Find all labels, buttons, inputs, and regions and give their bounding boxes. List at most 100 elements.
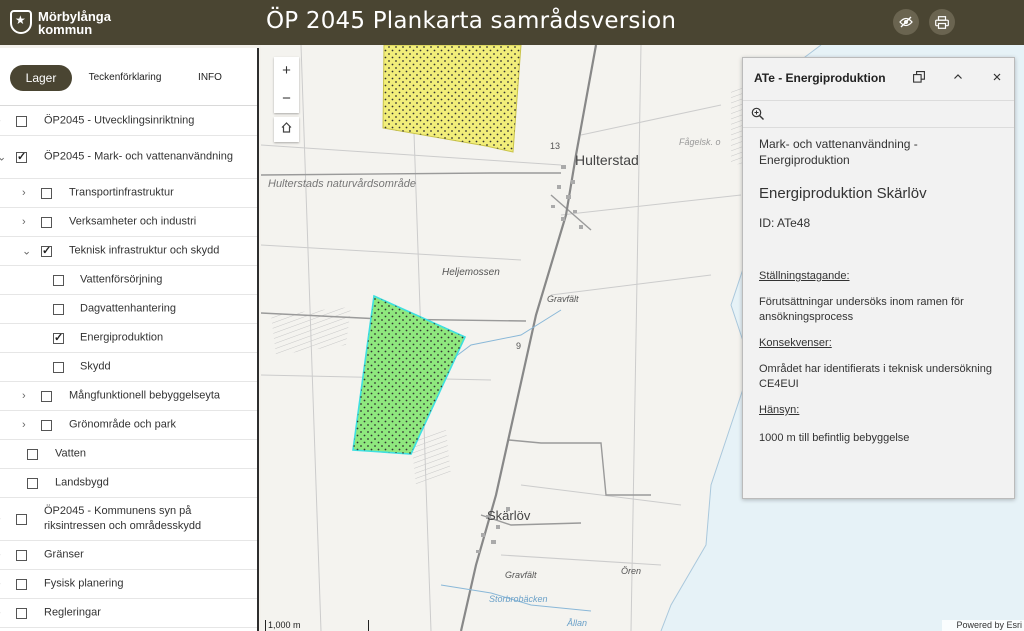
label-hulterstad: Hulterstad [575,152,639,168]
layer-label: Teknisk infrastruktur och skydd [69,244,220,257]
popup-header: ATe - Energiproduktion [743,58,1014,99]
layer-checkbox[interactable] [53,274,64,286]
scale-label: 1,000 m [268,620,301,630]
collapse-button[interactable] [953,71,963,85]
layer-row[interactable]: ⌄ ÖP2045 - Mark- och vattenanvändning [0,136,257,179]
label-storbrobacken: Storbrobäcken [489,594,548,604]
zoom-to-button[interactable] [751,107,765,126]
layer-row[interactable]: › Fysisk planering [0,570,257,599]
popup-section-text: 1000 m till befintlig bebyggelse [759,432,910,444]
layer-panel: Lager Teckenförklaring INFO › ÖP2045 - Ut… [0,48,259,631]
layer-checkbox[interactable] [53,303,64,315]
layer-checkbox[interactable] [41,390,52,402]
layer-label: Gränser [44,548,84,561]
popup-section-heading: Konsekvenser: [759,337,832,349]
chevron-right-icon[interactable]: › [0,115,1,127]
layer-label: Mångfunktionell bebyggelseyta [69,389,221,402]
layer-label: Verksamheter och industri [69,215,197,228]
chevron-right-icon[interactable]: › [22,390,26,402]
tab-legend[interactable]: Teckenförklaring [80,65,170,91]
label-naturvard: Hulterstads naturvårdsområde [268,178,416,190]
layer-row[interactable]: › Mångfunktionell bebyggelseyta [0,382,257,411]
chevron-right-icon[interactable]: › [0,578,1,590]
layer-row[interactable]: Landsbygd [0,469,257,498]
popup-section-text: Området har identifierats i teknisk unde… [759,363,992,390]
popup-subtitle: Mark- och vattenanvändning - Energiprodu… [759,137,918,167]
chevron-right-icon[interactable]: › [0,607,1,619]
popup-title: ATe - Energiproduktion [754,71,886,85]
print-button[interactable] [929,9,955,35]
layer-row[interactable]: › ÖP2045 - Kommunens syn på riksintressen… [0,498,257,541]
zoom-to-icon [751,107,764,120]
layer-row[interactable]: Energiproduktion [0,324,257,353]
toggle-visibility-button[interactable] [893,9,919,35]
layer-checkbox[interactable] [41,187,52,199]
tab-layers[interactable]: Lager [10,65,72,91]
chevron-right-icon[interactable]: › [22,187,26,199]
yellow-area-pattern [383,45,521,152]
chevron-right-icon[interactable]: › [22,216,26,228]
chevron-right-icon[interactable]: › [0,513,1,525]
label-heljemossen: Heljemossen [442,267,500,278]
label-oren: Ören [621,566,641,576]
label-road-13: 13 [550,141,560,151]
label-gravfalt-1: Gravfält [547,294,579,304]
layer-checkbox[interactable] [16,115,27,127]
layer-label: ÖP2045 - Kommunens syn på riksintressen … [44,505,202,532]
layer-row[interactable]: Skydd [0,353,257,382]
chevron-down-icon[interactable]: ⌄ [22,245,31,258]
layer-label: Vattenförsörjning [80,273,163,286]
layer-checkbox[interactable] [41,216,52,228]
layer-row[interactable]: › Regleringar [0,599,257,628]
layer-row[interactable]: › Verksamheter och industri [0,208,257,237]
app-title: ÖP 2045 Plankarta samrådsversion [266,8,677,34]
chevron-right-icon[interactable]: › [0,549,1,561]
dock-button[interactable] [913,71,925,86]
layer-row[interactable]: Vattenförsörjning [0,266,257,295]
crest-icon: ★ [10,10,32,34]
chevron-right-icon[interactable]: › [22,419,26,431]
layer-label: ÖP2045 - Mark- och vattenanvändning [44,150,233,163]
layer-checkbox[interactable] [27,477,38,489]
layer-row[interactable]: Vatten [0,440,257,469]
layer-checkbox[interactable] [53,361,64,373]
layer-row[interactable]: › Transportinfrastruktur [0,179,257,208]
app-header: ★ Mörbylånga kommun ÖP 2045 Plankarta sa… [0,0,1024,45]
layer-checkbox[interactable] [16,578,27,590]
chevron-down-icon[interactable]: ⌄ [0,151,6,164]
label-skarlov: Skärlöv [487,508,531,523]
chevron-up-icon [954,74,962,79]
layer-label: Fysisk planering [44,577,124,590]
layer-label: Grönområde och park [69,418,176,431]
popup-feature-name: Energiproduktion Skärlöv [759,185,927,202]
layer-row[interactable]: › Gränser [0,541,257,570]
popup-toolbar [743,100,1014,128]
layer-row[interactable]: › Grönområde och park [0,411,257,440]
layer-list: › ÖP2045 - Utvecklingsinriktning ⌄ ÖP2045 -… [0,107,257,628]
layer-row[interactable]: ⌄ Teknisk infrastruktur och skydd [0,237,257,266]
tab-info[interactable]: INFO [184,65,236,91]
layer-row[interactable]: Dagvattenhantering [0,295,257,324]
attribution[interactable]: Powered by Esri [942,620,1024,631]
zoom-in-button[interactable]: + [274,57,299,85]
layer-checkbox[interactable] [16,549,27,561]
zoom-out-button[interactable]: − [274,85,299,113]
label-allan: Ållan [566,618,587,628]
logo-line-2: kommun [38,22,93,37]
layer-checkbox[interactable] [53,331,64,344]
popup-section-heading: Hänsyn: [759,404,800,416]
layer-checkbox[interactable] [16,607,27,619]
municipality-logo[interactable]: ★ Mörbylånga kommun [10,8,111,38]
settlement-buildings [476,165,583,553]
home-button[interactable] [274,117,299,142]
close-button[interactable] [992,71,1002,85]
layer-checkbox[interactable] [16,150,27,163]
layer-checkbox[interactable] [41,244,52,257]
layer-label: Transportinfrastruktur [69,186,174,199]
layer-row[interactable]: › ÖP2045 - Utvecklingsinriktning [0,107,257,136]
layer-checkbox[interactable] [41,419,52,431]
print-icon [935,15,949,29]
layer-checkbox[interactable] [16,513,27,525]
layer-checkbox[interactable] [27,448,38,460]
dock-icon [913,71,925,83]
